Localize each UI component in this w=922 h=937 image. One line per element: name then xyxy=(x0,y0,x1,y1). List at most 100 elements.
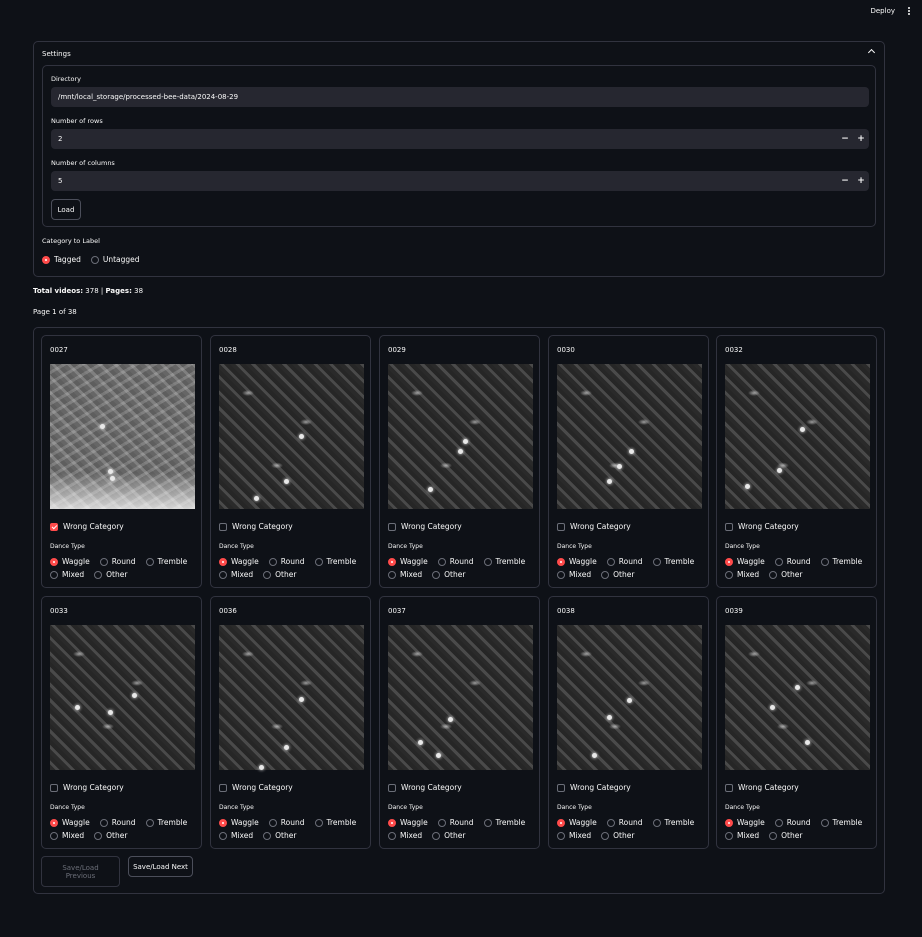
wrong-category-label: Wrong Category xyxy=(401,783,462,792)
dance-round-radio[interactable]: Round xyxy=(774,818,811,827)
save-load-next-button[interactable]: Save/Load Next xyxy=(128,856,193,877)
dance-other-radio[interactable]: Other xyxy=(263,831,296,840)
dance-tremble-radio[interactable]: Tremble xyxy=(314,557,356,566)
dance-option-label: Round xyxy=(449,818,474,827)
chevron-up-icon[interactable] xyxy=(867,48,876,57)
wrong-category-checkbox[interactable]: Wrong Category xyxy=(50,522,124,531)
dance-other-radio[interactable]: Other xyxy=(432,831,465,840)
dance-other-radio[interactable]: Other xyxy=(94,831,127,840)
video-thumbnail[interactable] xyxy=(219,364,364,509)
wrong-category-checkbox[interactable]: Wrong Category xyxy=(219,783,293,792)
radio-unselected-icon xyxy=(769,831,778,840)
load-button[interactable]: Load xyxy=(51,199,81,220)
video-thumbnail[interactable] xyxy=(725,625,870,770)
dance-mixed-radio[interactable]: Mixed xyxy=(219,570,253,579)
dance-waggle-radio[interactable]: Waggle xyxy=(557,818,597,827)
dance-mixed-radio[interactable]: Mixed xyxy=(50,831,84,840)
video-thumbnail[interactable] xyxy=(50,364,195,509)
wrong-category-checkbox[interactable]: Wrong Category xyxy=(50,783,124,792)
settings-title[interactable]: Settings xyxy=(42,50,71,58)
dance-mixed-radio[interactable]: Mixed xyxy=(725,831,759,840)
dance-other-radio[interactable]: Other xyxy=(94,570,127,579)
checkbox-checked-icon xyxy=(50,522,58,531)
dance-round-radio[interactable]: Round xyxy=(774,557,811,566)
dance-tremble-radio[interactable]: Tremble xyxy=(652,818,694,827)
dance-waggle-radio[interactable]: Waggle xyxy=(219,557,259,566)
dance-mixed-radio[interactable]: Mixed xyxy=(50,570,84,579)
dance-other-radio[interactable]: Other xyxy=(601,831,634,840)
dance-mixed-radio[interactable]: Mixed xyxy=(557,570,591,579)
video-thumbnail[interactable] xyxy=(388,364,533,509)
dance-round-radio[interactable]: Round xyxy=(606,557,643,566)
video-thumbnail[interactable] xyxy=(725,364,870,509)
radio-unselected-icon xyxy=(388,831,396,840)
wrong-category-checkbox[interactable]: Wrong Category xyxy=(557,522,631,531)
columns-input[interactable]: 5 − + xyxy=(51,171,869,191)
video-thumbnail[interactable] xyxy=(557,364,702,509)
dance-mixed-radio[interactable]: Mixed xyxy=(388,831,422,840)
dance-round-radio[interactable]: Round xyxy=(437,818,474,827)
total-value: 378 | xyxy=(85,287,104,295)
dance-tremble-radio[interactable]: Tremble xyxy=(820,557,862,566)
radio-selected-icon xyxy=(388,818,396,827)
dance-other-radio[interactable]: Other xyxy=(432,570,465,579)
dance-other-radio[interactable]: Other xyxy=(263,570,296,579)
wrong-category-checkbox[interactable]: Wrong Category xyxy=(557,783,631,792)
dance-round-radio[interactable]: Round xyxy=(437,557,474,566)
deploy-button[interactable]: Deploy xyxy=(870,7,895,15)
dance-waggle-radio[interactable]: Waggle xyxy=(725,818,765,827)
video-thumbnail[interactable] xyxy=(50,625,195,770)
category-tagged-radio[interactable]: Tagged xyxy=(42,255,81,264)
dance-option-label: Waggle xyxy=(400,557,428,566)
radio-selected-icon xyxy=(50,557,58,566)
dance-waggle-radio[interactable]: Waggle xyxy=(50,818,90,827)
radio-unselected-icon xyxy=(94,831,103,840)
wrong-category-checkbox[interactable]: Wrong Category xyxy=(725,522,799,531)
dance-mixed-radio[interactable]: Mixed xyxy=(388,570,422,579)
dance-tremble-radio[interactable]: Tremble xyxy=(483,557,525,566)
dance-tremble-radio[interactable]: Tremble xyxy=(820,818,862,827)
wrong-category-checkbox[interactable]: Wrong Category xyxy=(219,522,293,531)
page-info: Page 1 of 38 xyxy=(33,308,77,316)
video-thumbnail[interactable] xyxy=(557,625,702,770)
dance-round-radio[interactable]: Round xyxy=(268,557,305,566)
dance-tremble-radio[interactable]: Tremble xyxy=(145,818,187,827)
dance-tremble-radio[interactable]: Tremble xyxy=(483,818,525,827)
dance-waggle-radio[interactable]: Waggle xyxy=(388,557,428,566)
wrong-category-checkbox[interactable]: Wrong Category xyxy=(725,783,799,792)
dance-round-radio[interactable]: Round xyxy=(268,818,305,827)
dance-other-radio[interactable]: Other xyxy=(769,831,802,840)
dance-round-radio[interactable]: Round xyxy=(606,818,643,827)
dance-round-radio[interactable]: Round xyxy=(99,557,136,566)
dance-other-radio[interactable]: Other xyxy=(601,570,634,579)
dance-waggle-radio[interactable]: Waggle xyxy=(725,557,765,566)
rows-increment-button[interactable]: + xyxy=(853,129,869,149)
dance-mixed-radio[interactable]: Mixed xyxy=(557,831,591,840)
dance-tremble-radio[interactable]: Tremble xyxy=(652,557,694,566)
dance-tremble-radio[interactable]: Tremble xyxy=(314,818,356,827)
dance-option-label: Round xyxy=(449,557,474,566)
dance-round-radio[interactable]: Round xyxy=(99,818,136,827)
dance-tremble-radio[interactable]: Tremble xyxy=(145,557,187,566)
main-menu-icon[interactable] xyxy=(906,5,912,17)
dance-option-label: Mixed xyxy=(62,831,85,840)
radio-selected-icon xyxy=(42,255,50,264)
dance-mixed-radio[interactable]: Mixed xyxy=(725,570,759,579)
dance-waggle-radio[interactable]: Waggle xyxy=(219,818,259,827)
wrong-category-checkbox[interactable]: Wrong Category xyxy=(388,522,462,531)
dance-waggle-radio[interactable]: Waggle xyxy=(388,818,428,827)
dance-waggle-radio[interactable]: Waggle xyxy=(557,557,597,566)
directory-input[interactable]: /mnt/local_storage/processed-bee-data/20… xyxy=(51,87,869,107)
video-thumbnail[interactable] xyxy=(219,625,364,770)
rows-input[interactable]: 2 − + xyxy=(51,129,869,149)
dance-waggle-radio[interactable]: Waggle xyxy=(50,557,90,566)
wrong-category-checkbox[interactable]: Wrong Category xyxy=(388,783,462,792)
rows-decrement-button[interactable]: − xyxy=(837,129,853,149)
save-load-previous-button[interactable]: Save/Load Previous xyxy=(41,856,120,887)
video-thumbnail[interactable] xyxy=(388,625,533,770)
columns-decrement-button[interactable]: − xyxy=(837,171,853,191)
columns-increment-button[interactable]: + xyxy=(853,171,869,191)
dance-mixed-radio[interactable]: Mixed xyxy=(219,831,253,840)
category-untagged-radio[interactable]: Untagged xyxy=(90,255,140,264)
dance-other-radio[interactable]: Other xyxy=(769,570,802,579)
